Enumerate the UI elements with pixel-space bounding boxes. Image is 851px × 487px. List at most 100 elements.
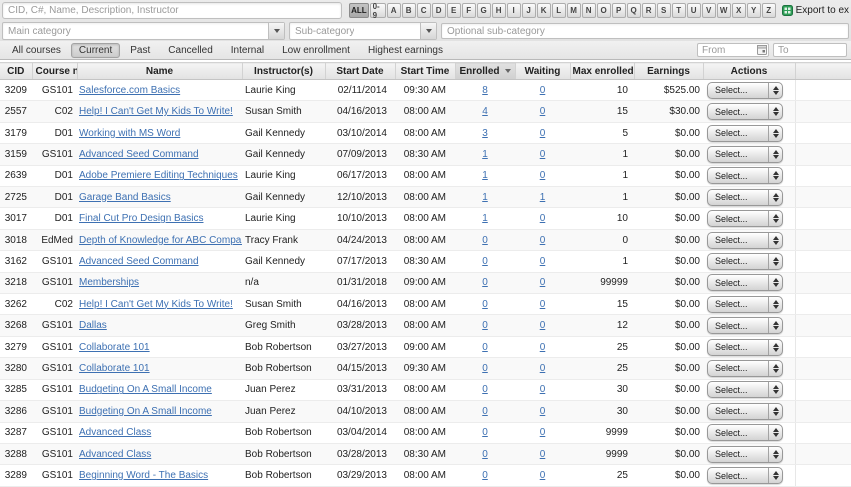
course-name-link[interactable]: Beginning Word - The Basics [79,470,208,481]
alpha-filter-button[interactable]: Y [747,3,761,18]
tab-item[interactable]: Current [71,43,120,58]
column-header-enrolled[interactable]: Enrolled [455,63,515,80]
alpha-filter-button[interactable]: R [642,3,656,18]
course-name-link[interactable]: Budgeting On A Small Income [79,384,212,395]
column-header-waiting[interactable]: Waiting [515,63,570,80]
enrolled-count-link[interactable]: 0 [482,449,488,460]
enrolled-count-link[interactable]: 0 [482,363,488,374]
enrolled-count-link[interactable]: 0 [482,277,488,288]
actions-select[interactable]: Select... [707,360,783,377]
enrolled-count-link[interactable]: 0 [482,406,488,417]
actions-select[interactable]: Select... [707,403,783,420]
tab-item[interactable]: Past [122,43,158,58]
alpha-filter-button[interactable]: X [732,3,746,18]
waiting-count-link[interactable]: 0 [540,449,546,460]
actions-select[interactable]: Select... [707,381,783,398]
alpha-filter-button[interactable]: E [447,3,461,18]
course-name-link[interactable]: Working with MS Word [79,128,180,139]
column-header-cid[interactable]: CID [0,63,32,80]
course-name-link[interactable]: Memberships [79,277,139,288]
course-name-link[interactable]: Dallas [79,320,107,331]
alpha-filter-button[interactable]: F [462,3,476,18]
enrolled-count-link[interactable]: 1 [482,192,488,203]
alpha-filter-button[interactable]: O [597,3,611,18]
course-name-link[interactable]: Help! I Can't Get My Kids To Write! [79,299,233,310]
course-name-link[interactable]: Adobe Premiere Editing Techniques [79,170,238,181]
waiting-count-link[interactable]: 0 [540,256,546,267]
waiting-count-link[interactable]: 0 [540,85,546,96]
enrolled-count-link[interactable]: 1 [482,213,488,224]
alpha-filter-button[interactable]: Z [762,3,776,18]
actions-select[interactable]: Select... [707,232,783,249]
waiting-count-link[interactable]: 0 [540,149,546,160]
course-name-link[interactable]: Garage Band Basics [79,192,171,203]
waiting-count-link[interactable]: 0 [540,406,546,417]
enrolled-count-link[interactable]: 3 [482,128,488,139]
waiting-count-link[interactable]: 0 [540,363,546,374]
actions-select[interactable]: Select... [707,253,783,270]
actions-select[interactable]: Select... [707,125,783,142]
waiting-count-link[interactable]: 0 [540,213,546,224]
optional-sub-category-input[interactable] [441,23,849,39]
alpha-filter-button[interactable]: T [672,3,686,18]
alpha-filter-button[interactable]: W [717,3,731,18]
actions-select[interactable]: Select... [707,146,783,163]
sub-category-select[interactable]: Sub-category [289,22,437,40]
alpha-filter-button[interactable]: I [507,3,521,18]
actions-select[interactable]: Select... [707,467,783,484]
actions-select[interactable]: Select... [707,317,783,334]
alpha-filter-button[interactable]: H [492,3,506,18]
enrolled-count-link[interactable]: 0 [482,320,488,331]
course-name-link[interactable]: Salesforce.com Basics [79,85,180,96]
alpha-filter-button[interactable]: A [387,3,401,18]
tab-item[interactable]: Internal [223,43,272,58]
waiting-count-link[interactable]: 0 [540,170,546,181]
actions-select[interactable]: Select... [707,103,783,120]
waiting-count-link[interactable]: 0 [540,299,546,310]
alpha-filter-button[interactable]: B [402,3,416,18]
enrolled-count-link[interactable]: 0 [482,470,488,481]
alpha-filter-button[interactable]: L [552,3,566,18]
column-header-earnings[interactable]: Earnings [634,63,703,80]
waiting-count-link[interactable]: 0 [540,384,546,395]
enrolled-count-link[interactable]: 4 [482,106,488,117]
column-header-name[interactable]: Name [77,63,242,80]
waiting-count-link[interactable]: 0 [540,342,546,353]
waiting-count-link[interactable]: 1 [540,192,546,203]
actions-select[interactable]: Select... [707,446,783,463]
alpha-filter-button[interactable]: S [657,3,671,18]
export-button[interactable]: Export to ex [782,5,849,16]
actions-select[interactable]: Select... [707,339,783,356]
main-category-select[interactable]: Main category [2,22,285,40]
waiting-count-link[interactable]: 0 [540,320,546,331]
to-date-input[interactable] [773,43,847,57]
course-name-link[interactable]: Depth of Knowledge for ABC Company [79,235,242,246]
tab-item[interactable]: Cancelled [160,43,220,58]
course-name-link[interactable]: Final Cut Pro Design Basics [79,213,204,224]
column-header-course-number[interactable]: Course numbe [32,63,77,80]
course-name-link[interactable]: Advanced Seed Command [79,256,199,267]
actions-select[interactable]: Select... [707,167,783,184]
waiting-count-link[interactable]: 0 [540,235,546,246]
alpha-filter-button[interactable]: Q [627,3,641,18]
course-name-link[interactable]: Advanced Seed Command [79,149,199,160]
actions-select[interactable]: Select... [707,189,783,206]
enrolled-count-link[interactable]: 0 [482,384,488,395]
actions-select[interactable]: Select... [707,296,783,313]
waiting-count-link[interactable]: 0 [540,277,546,288]
enrolled-count-link[interactable]: 0 [482,256,488,267]
alpha-filter-button[interactable]: C [417,3,431,18]
search-input[interactable] [2,2,342,19]
alpha-filter-button[interactable]: G [477,3,491,18]
column-header-max-enrolled[interactable]: Max enrolled [570,63,634,80]
enrolled-count-link[interactable]: 1 [482,170,488,181]
course-name-link[interactable]: Collaborate 101 [79,342,150,353]
actions-select[interactable]: Select... [707,274,783,291]
tab-item[interactable]: Highest earnings [360,43,451,58]
alpha-filter-button[interactable]: D [432,3,446,18]
actions-select[interactable]: Select... [707,82,783,99]
course-name-link[interactable]: Help! I Can't Get My Kids To Write! [79,106,233,117]
alpha-filter-button[interactable]: ALL [349,3,369,18]
tab-item[interactable]: All courses [4,43,69,58]
column-header-instructors[interactable]: Instructor(s) [242,63,325,80]
